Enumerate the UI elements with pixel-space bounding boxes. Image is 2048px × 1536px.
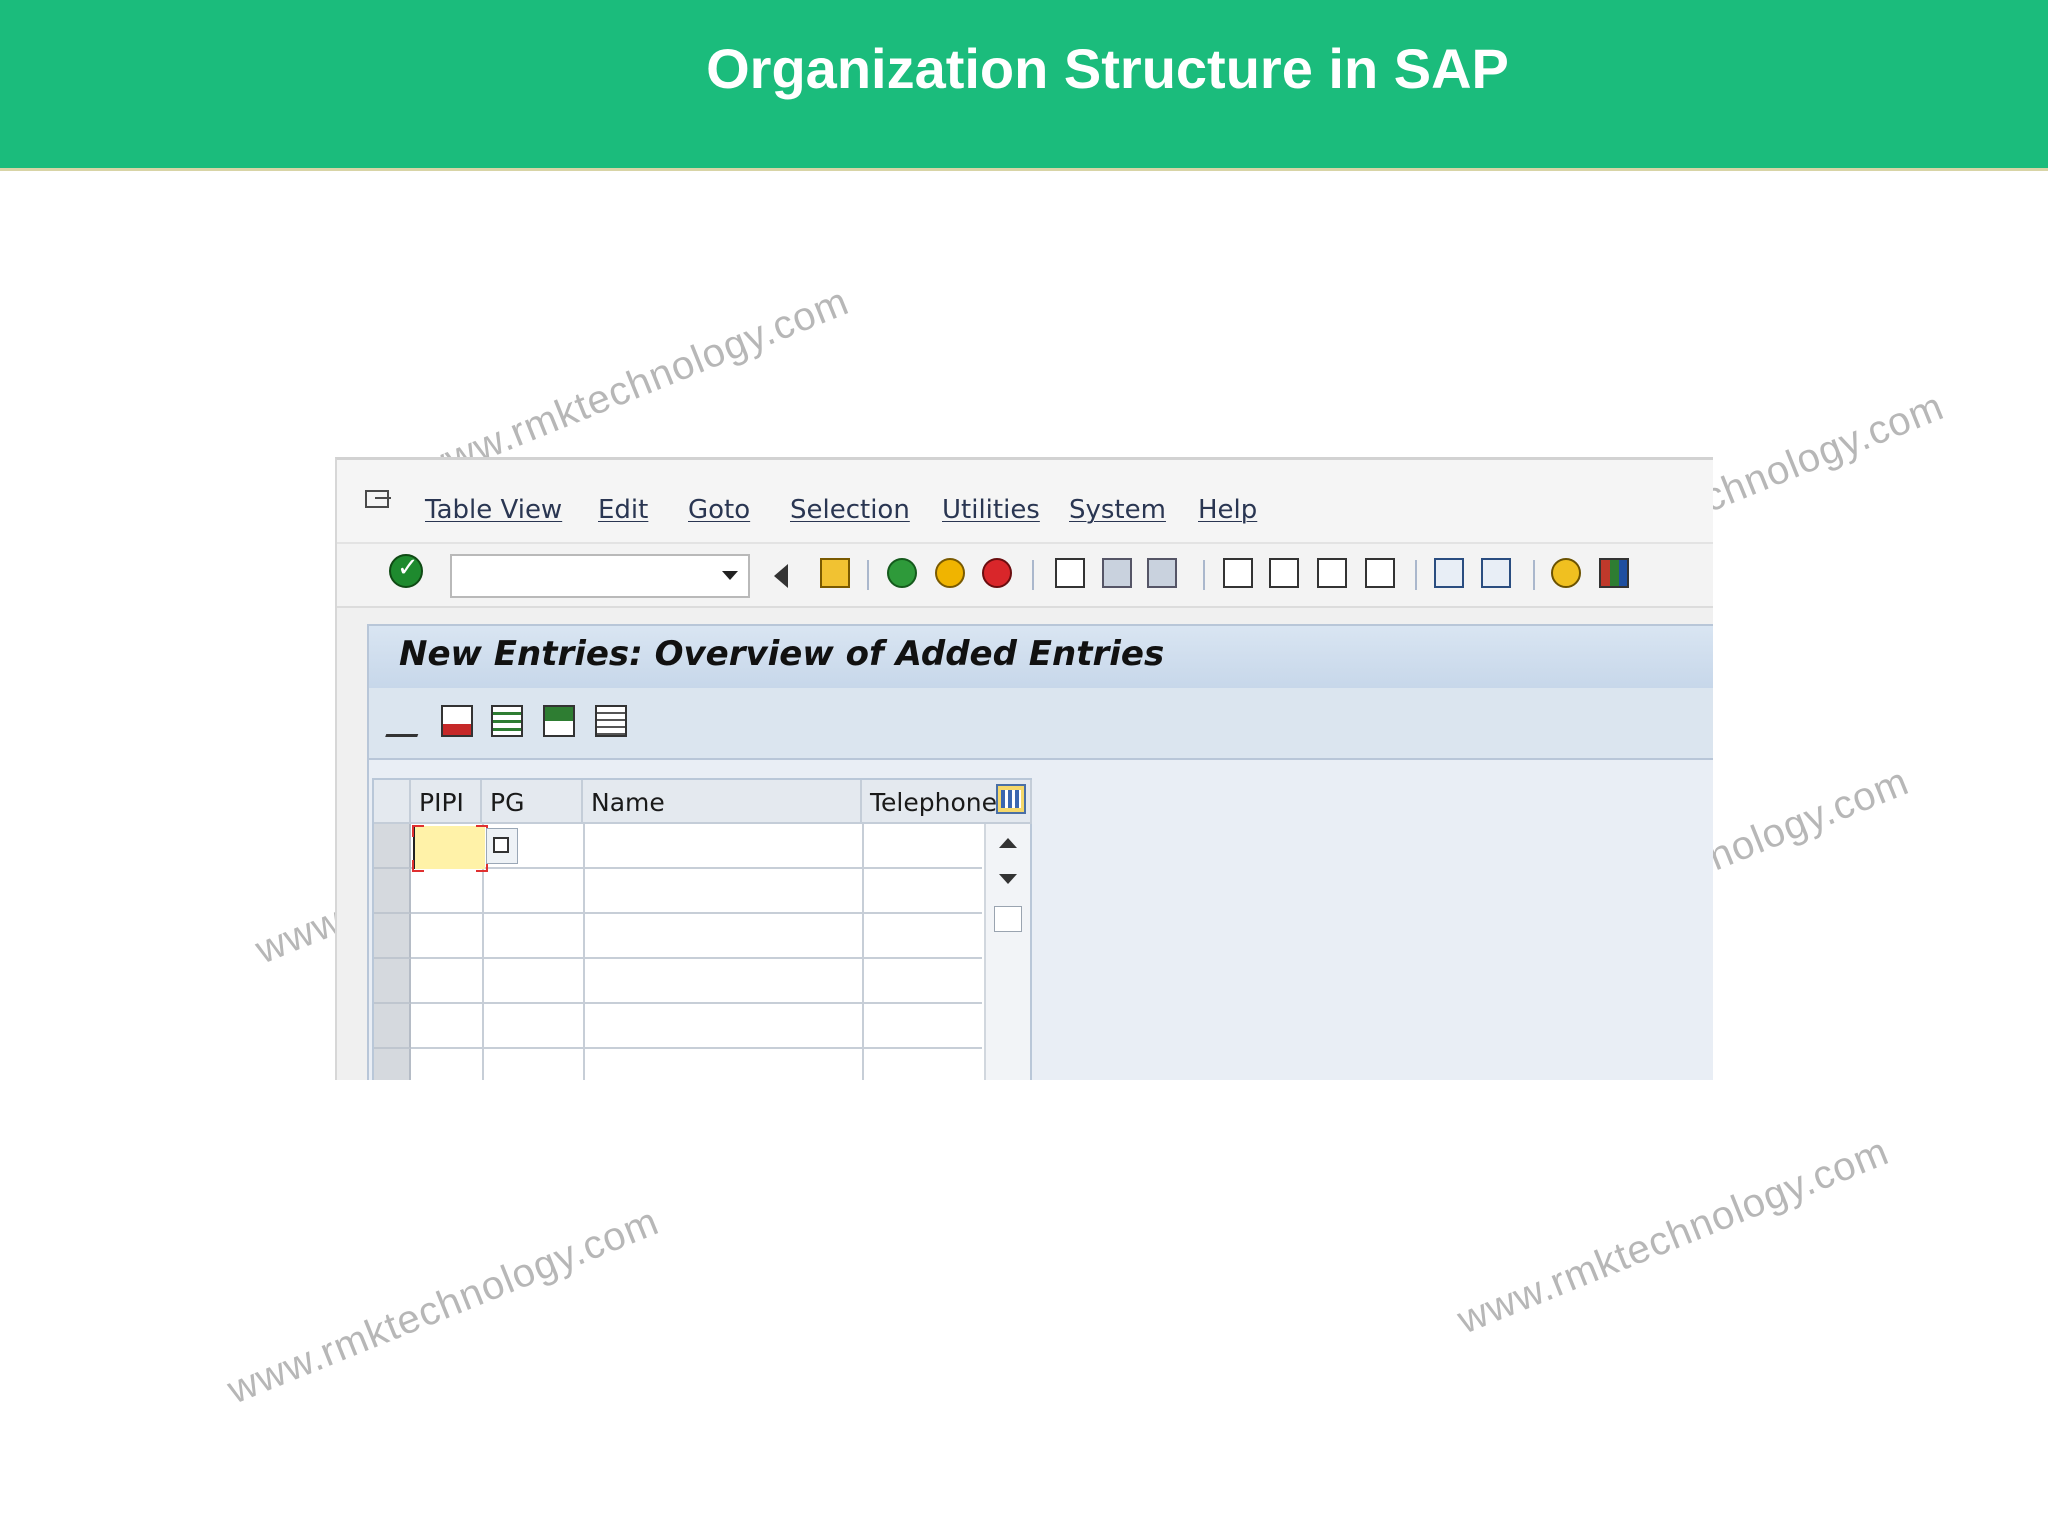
menu-table-view[interactable]: Table View (425, 495, 562, 525)
print-icon[interactable] (1055, 558, 1085, 588)
application-toolbar (367, 688, 1713, 760)
column-header-name[interactable]: Name (583, 780, 862, 824)
next-page-icon[interactable] (1317, 558, 1347, 588)
row-selector[interactable] (374, 914, 411, 959)
row-selector[interactable] (374, 1004, 411, 1049)
last-page-icon[interactable] (1365, 558, 1395, 588)
change-display-icon[interactable] (385, 705, 429, 737)
entries-table: PIPI PG Name Telephone (372, 778, 1032, 1080)
value-help-button[interactable] (486, 828, 518, 864)
find-next-icon[interactable] (1147, 558, 1177, 588)
back-arrow-icon[interactable] (774, 564, 788, 588)
find-icon[interactable] (1102, 558, 1132, 588)
select-all-corner[interactable] (374, 780, 411, 824)
menu-utilities[interactable]: Utilities (942, 495, 1040, 525)
row-selector[interactable] (374, 959, 411, 1004)
cancel-icon[interactable] (982, 558, 1012, 588)
menu-system[interactable]: System (1069, 495, 1166, 525)
menu-selection[interactable]: Selection (790, 495, 910, 525)
menu-icon[interactable] (365, 490, 391, 508)
scroll-down-icon[interactable] (999, 874, 1017, 884)
previous-page-icon[interactable] (1269, 558, 1299, 588)
page-title: New Entries: Overview of Added Entries (399, 634, 1165, 674)
dropdown-arrow-icon[interactable] (722, 571, 738, 580)
save-icon[interactable] (820, 558, 850, 588)
watermark: www.rmktechnology.com (1451, 1129, 1895, 1343)
enter-icon[interactable] (389, 553, 423, 588)
layout-menu-icon[interactable] (1599, 558, 1629, 588)
shortcut-icon[interactable] (1481, 558, 1511, 588)
first-page-icon[interactable] (1223, 558, 1253, 588)
menu-goto[interactable]: Goto (688, 495, 750, 525)
title-bar: New Entries: Overview of Added Entries (367, 624, 1713, 688)
menu-help[interactable]: Help (1198, 495, 1257, 525)
banner-title: Organization Structure in SAP (706, 37, 1509, 100)
scroll-up-icon[interactable] (999, 838, 1017, 848)
scroll-thumb[interactable] (994, 906, 1022, 932)
help-icon[interactable] (1551, 558, 1581, 588)
row-selector[interactable] (374, 1049, 411, 1080)
column-header-pipi[interactable]: PIPI (411, 780, 482, 824)
column-header-pg[interactable]: PG (482, 780, 583, 824)
menu-bar: Table View Edit Goto Selection Utilities… (337, 460, 1713, 544)
vertical-scrollbar[interactable] (984, 824, 1030, 1080)
row-selector[interactable] (374, 869, 411, 914)
command-field[interactable] (450, 554, 750, 598)
watermark: www.rmktechnology.com (221, 1199, 665, 1413)
select-block-icon[interactable] (543, 705, 575, 737)
sap-window: Table View Edit Goto Selection Utilities… (335, 457, 1713, 1080)
create-session-icon[interactable] (1434, 558, 1464, 588)
exit-icon[interactable] (935, 558, 965, 588)
row-selector[interactable] (374, 824, 411, 869)
back-icon[interactable] (887, 558, 917, 588)
header-banner: Organization Structure in SAP (0, 0, 2048, 171)
table-settings-icon[interactable] (996, 784, 1026, 814)
deselect-all-icon[interactable] (595, 705, 627, 737)
menu-edit[interactable]: Edit (598, 495, 648, 525)
standard-toolbar (337, 544, 1713, 608)
delete-row-icon[interactable] (441, 705, 473, 737)
select-all-icon[interactable] (491, 705, 523, 737)
